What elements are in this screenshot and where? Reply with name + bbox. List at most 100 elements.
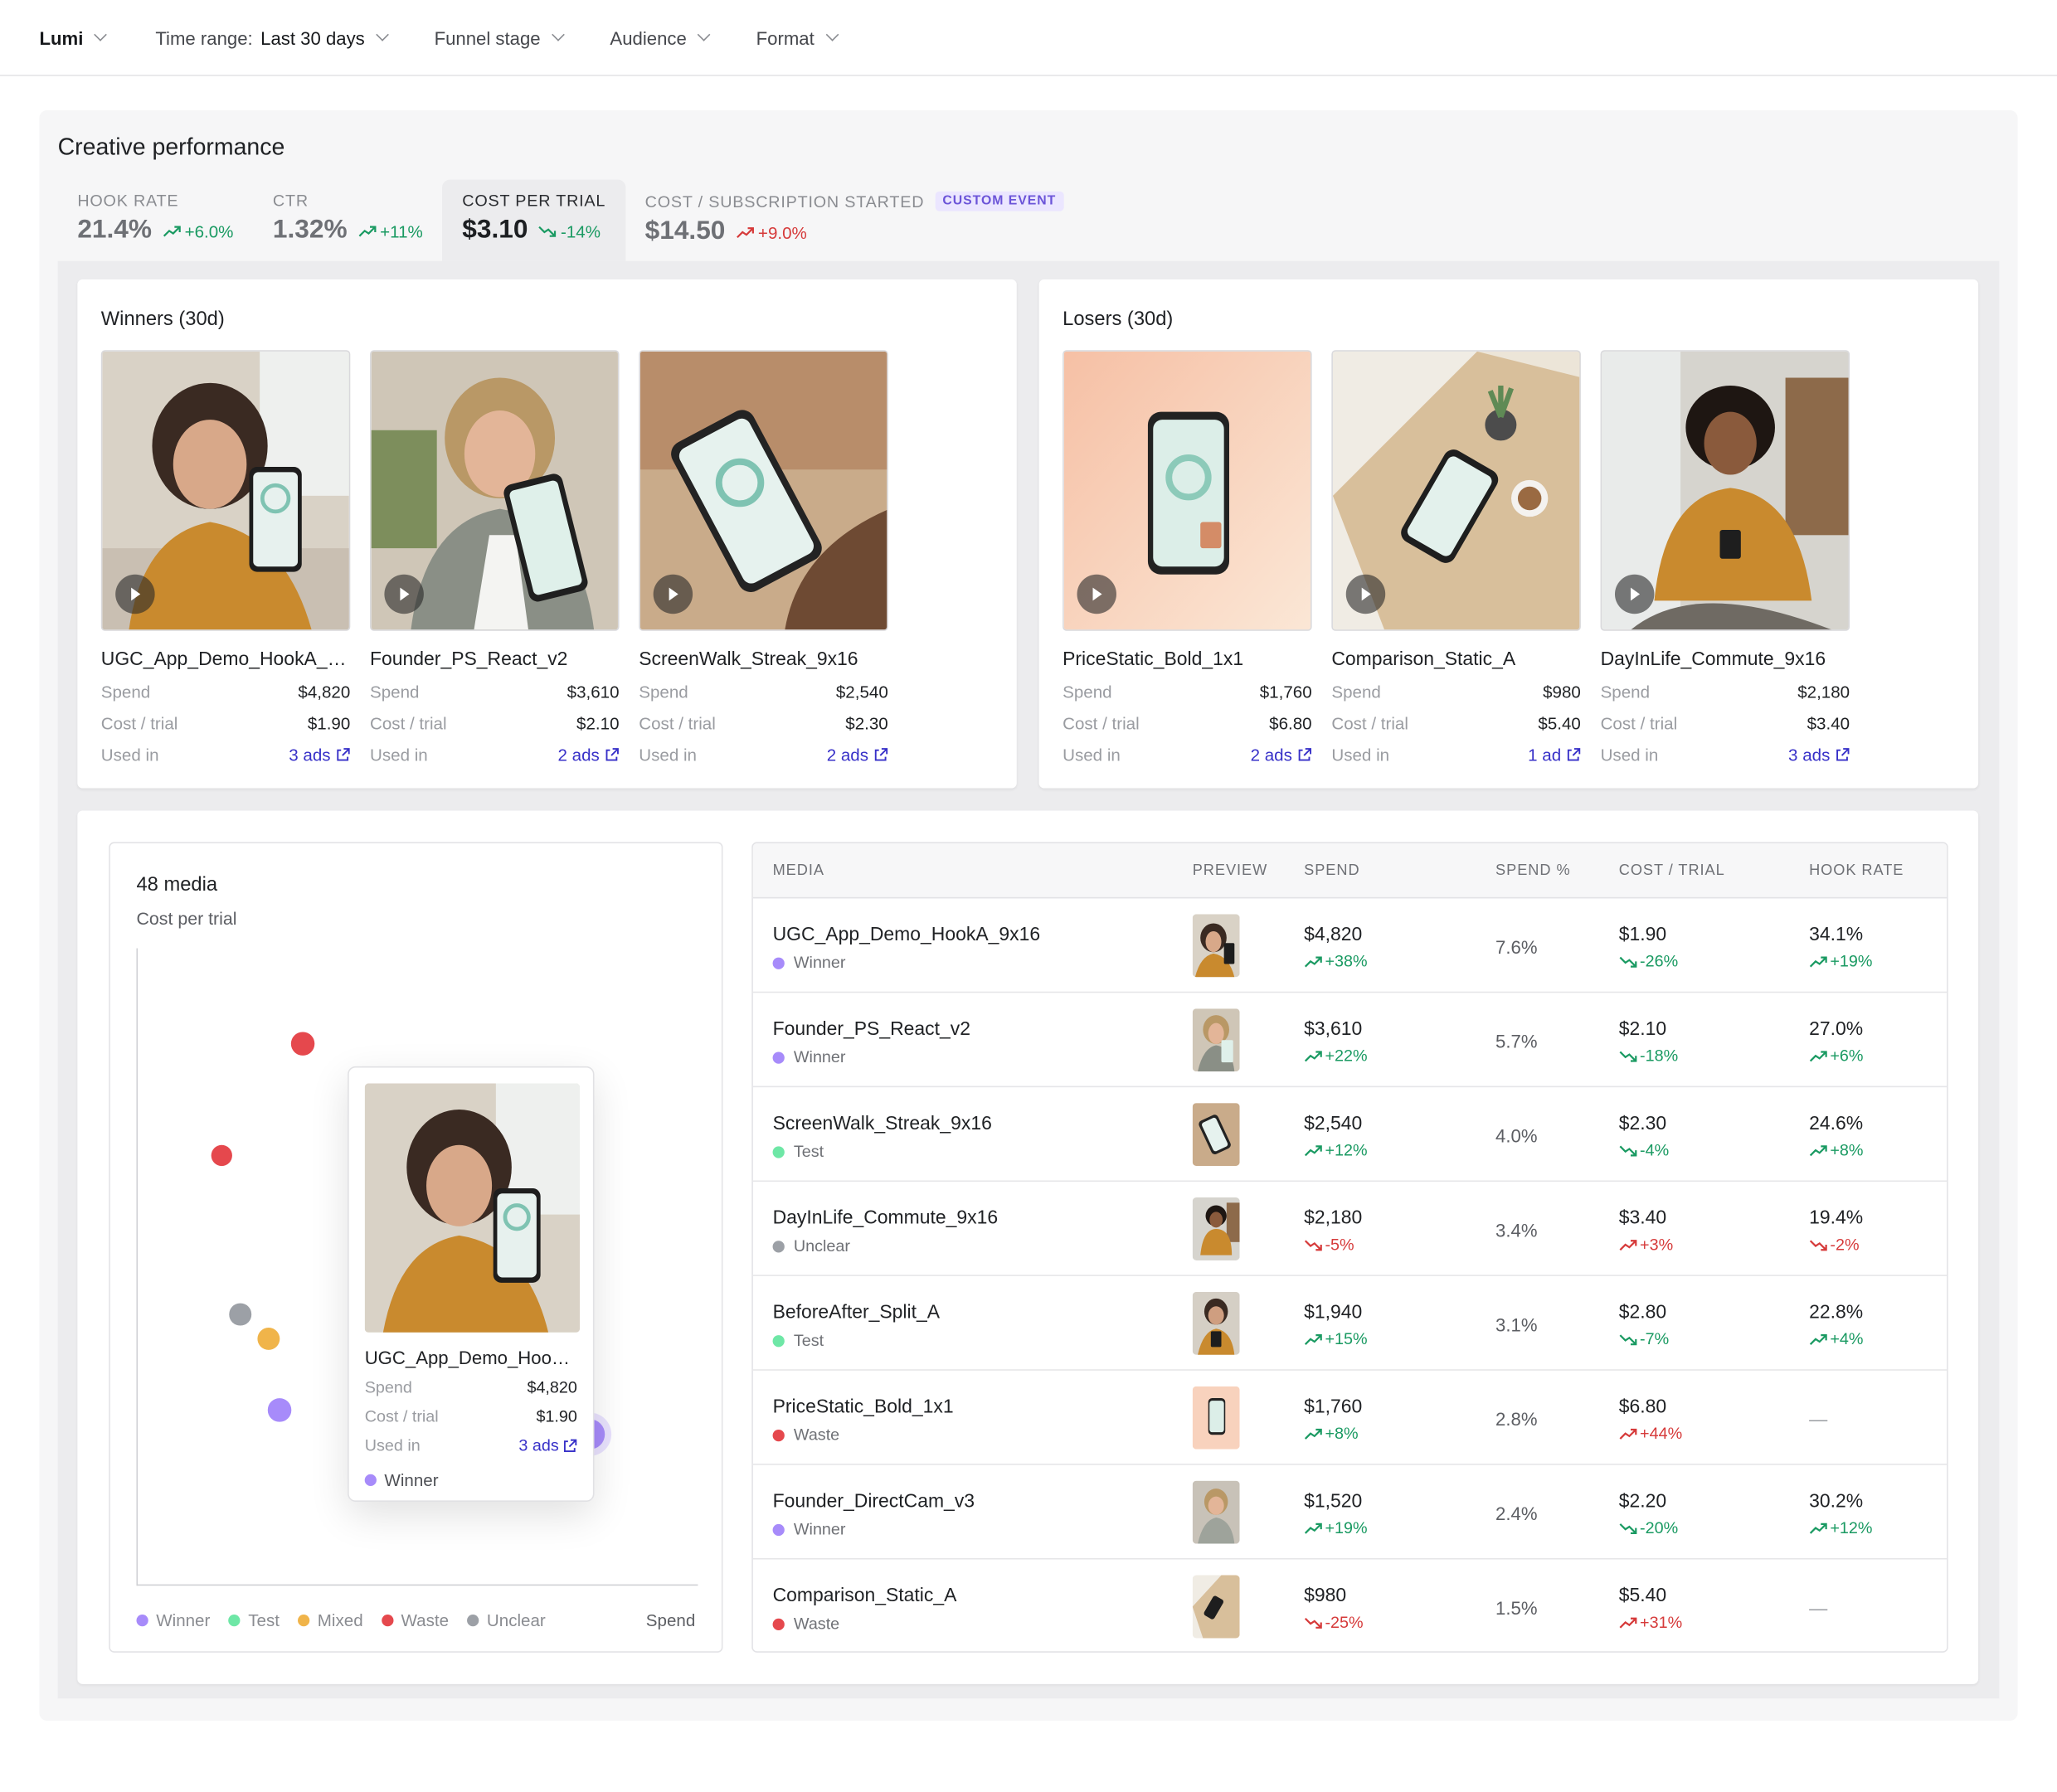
tab-cost-subscription[interactable]: COST / SUBSCRIPTION STARTED CUSTOM EVENT… [625,180,1083,261]
creative-thumbnail[interactable] [1063,350,1312,631]
table-row[interactable]: Founder_DirectCam_v3 Winner $1,520 +19% … [752,1465,1948,1560]
creative-card[interactable]: ScreenWalk_Streak_9x16 Spend $2,540 Cost … [639,350,888,765]
used-in-link[interactable]: 2 ads [1251,745,1312,765]
trend-up-icon [1619,1239,1637,1251]
used-in-link[interactable]: 3 ads [1788,745,1850,765]
cost-trial-value: $6.80 [1269,713,1312,734]
table-row[interactable]: BeforeAfter_Split_A Test $1,940 +15% 3.1… [752,1276,1948,1371]
tab-cost-per-trial[interactable]: COST PER TRIAL $3.10 -14% [442,179,625,261]
used-in-label: Used in [639,745,697,765]
col-cost-trial[interactable]: COST / TRIAL [1619,863,1725,879]
play-icon[interactable] [1614,574,1655,614]
preview-thumbnail[interactable] [1192,1291,1240,1355]
hook-rate-value: 34.1% [1809,925,1864,946]
audience-filter[interactable]: Audience [610,27,711,48]
col-media[interactable]: MEDIA [773,863,824,879]
preview-thumbnail[interactable] [1192,914,1240,978]
creative-performance-panel: Creative performance HOOK RATE 21.4% +6.… [39,109,2018,1722]
funnel-stage-filter[interactable]: Funnel stage [435,27,565,48]
scatter-point-winner[interactable] [268,1398,292,1422]
creative-card[interactable]: UGC_App_Demo_HookA_9x16 Spend $4,820 Cost… [100,350,351,765]
cost-trial-delta: +31% [1619,1613,1682,1632]
hook-rate-value: 30.2% [1809,1491,1864,1513]
legend-item-unclear[interactable]: Unclear [467,1610,546,1630]
legend-item-mixed[interactable]: Mixed [298,1610,363,1630]
table-row[interactable]: Comparison_Static_A Waste $980 -25% 1.5%… [753,1560,1947,1652]
trend-up-icon [1304,1522,1322,1533]
scatter-point-mixed[interactable] [257,1327,280,1351]
cost-trial-delta: +3% [1619,1236,1673,1254]
table-row[interactable]: PriceStatic_Bold_1x1 Waste $1,760 +8% 2.… [752,1371,1948,1465]
legend-item-winner[interactable]: Winner [136,1610,210,1630]
creative-name: UGC_App_Demo_HookA_9x16 [100,648,351,671]
table-row[interactable]: UGC_App_Demo_HookA_9x16 Winner $4,820 +3… [752,898,1948,993]
table-row[interactable]: Founder_PS_React_v2 Winner $3,610 +22% 5… [752,993,1948,1088]
scatter-point-waste[interactable] [290,1032,315,1056]
media-name[interactable]: DayInLife_Commute_9x16 [773,1208,999,1229]
creative-thumbnail[interactable] [1600,350,1850,631]
preview-thumbnail[interactable] [1192,1386,1240,1450]
creative-card[interactable]: Founder_PS_React_v2 Spend $3,610 Cost / t… [370,350,620,765]
tab-hook-rate[interactable]: HOOK RATE 21.4% +6.0% [58,180,254,261]
creative-card[interactable]: DayInLife_Commute_9x16 Spend $2,180 Cost … [1600,350,1850,765]
media-name[interactable]: Comparison_Static_A [773,1586,957,1606]
creative-thumbnail[interactable] [370,350,620,631]
media-name[interactable]: UGC_App_Demo_HookA_9x16 [773,925,1041,945]
trend-down-icon [1619,1333,1637,1345]
metric-tabs: HOOK RATE 21.4% +6.0% CTR 1.32% +11% COS… [58,179,1084,261]
hook-rate-value: 27.0% [1809,1018,1864,1041]
media-name[interactable]: BeforeAfter_Split_A [773,1303,940,1323]
tab-ctr[interactable]: CTR 1.32% +11% [253,180,442,261]
play-icon[interactable] [1345,574,1386,614]
play-icon[interactable] [115,574,155,614]
trend-up-icon [163,226,181,237]
external-link-icon [336,748,350,762]
creative-card[interactable]: Comparison_Static_A Spend $980 Cost / tri… [1331,350,1581,765]
preview-thumbnail[interactable] [1192,1480,1240,1544]
used-in-link[interactable]: 2 ads [557,745,619,765]
play-icon[interactable] [384,574,424,614]
table-row[interactable]: DayInLife_Commute_9x16 Unclear $2,180 -5… [752,1182,1948,1276]
creative-card[interactable]: PriceStatic_Bold_1x1 Spend $1,760 Cost / … [1063,350,1312,765]
scatter-point-waste[interactable] [211,1144,233,1166]
col-spend-pct[interactable]: SPEND % [1495,863,1571,879]
trend-up-icon [1619,1616,1637,1628]
scatter-chart: 48 media Cost per trial UGC_App_Demo_Hoo… [109,842,723,1653]
used-in-link[interactable]: 3 ads [518,1436,577,1454]
cost-trial-label: Cost / trial [100,713,178,734]
media-name[interactable]: Founder_PS_React_v2 [773,1019,970,1040]
panel-title: Creative performance [57,134,285,160]
spend-delta: +38% [1304,952,1368,970]
media-analysis-card: 48 media Cost per trial UGC_App_Demo_Hoo… [77,810,1979,1684]
used-in-link[interactable]: 2 ads [827,745,888,765]
legend-item-test[interactable]: Test [228,1610,280,1630]
hook-rate-value: — [1809,1597,1828,1619]
legend-item-waste[interactable]: Waste [381,1610,449,1630]
creative-thumbnail[interactable] [1331,350,1581,631]
preview-thumbnail[interactable] [1192,1008,1240,1072]
media-name[interactable]: ScreenWalk_Streak_9x16 [773,1114,992,1134]
used-in-link[interactable]: 3 ads [289,745,350,765]
media-name[interactable]: PriceStatic_Bold_1x1 [773,1396,954,1417]
time-range-filter[interactable]: Time range: Last 30 days [155,27,389,48]
format-filter[interactable]: Format [756,27,839,48]
media-name[interactable]: Founder_DirectCam_v3 [773,1491,975,1512]
spend-label: Spend [364,1378,412,1397]
creative-thumbnail[interactable] [639,350,888,631]
cost-trial-value: $6.80 [1618,1396,1667,1418]
spend-pct-value: 2.4% [1495,1503,1538,1524]
col-spend[interactable]: SPEND [1304,863,1359,879]
col-hook-rate[interactable]: HOOK RATE [1809,863,1904,879]
used-in-link[interactable]: 1 ad [1528,745,1581,765]
preview-thumbnail[interactable] [1192,1575,1240,1639]
play-icon[interactable] [653,574,693,614]
preview-thumbnail[interactable] [1192,1103,1240,1167]
table-row[interactable]: ScreenWalk_Streak_9x16 Test $2,540 +12% … [752,1087,1948,1183]
play-icon[interactable] [1077,574,1116,614]
creative-thumbnail[interactable] [100,350,351,631]
preview-thumbnail[interactable] [1192,1197,1240,1260]
cost-trial-label: Cost / trial [364,1407,439,1426]
scatter-point-unclear[interactable] [230,1304,252,1326]
brand-selector[interactable]: Lumi [39,27,108,48]
trend-up-icon [1809,1144,1827,1156]
